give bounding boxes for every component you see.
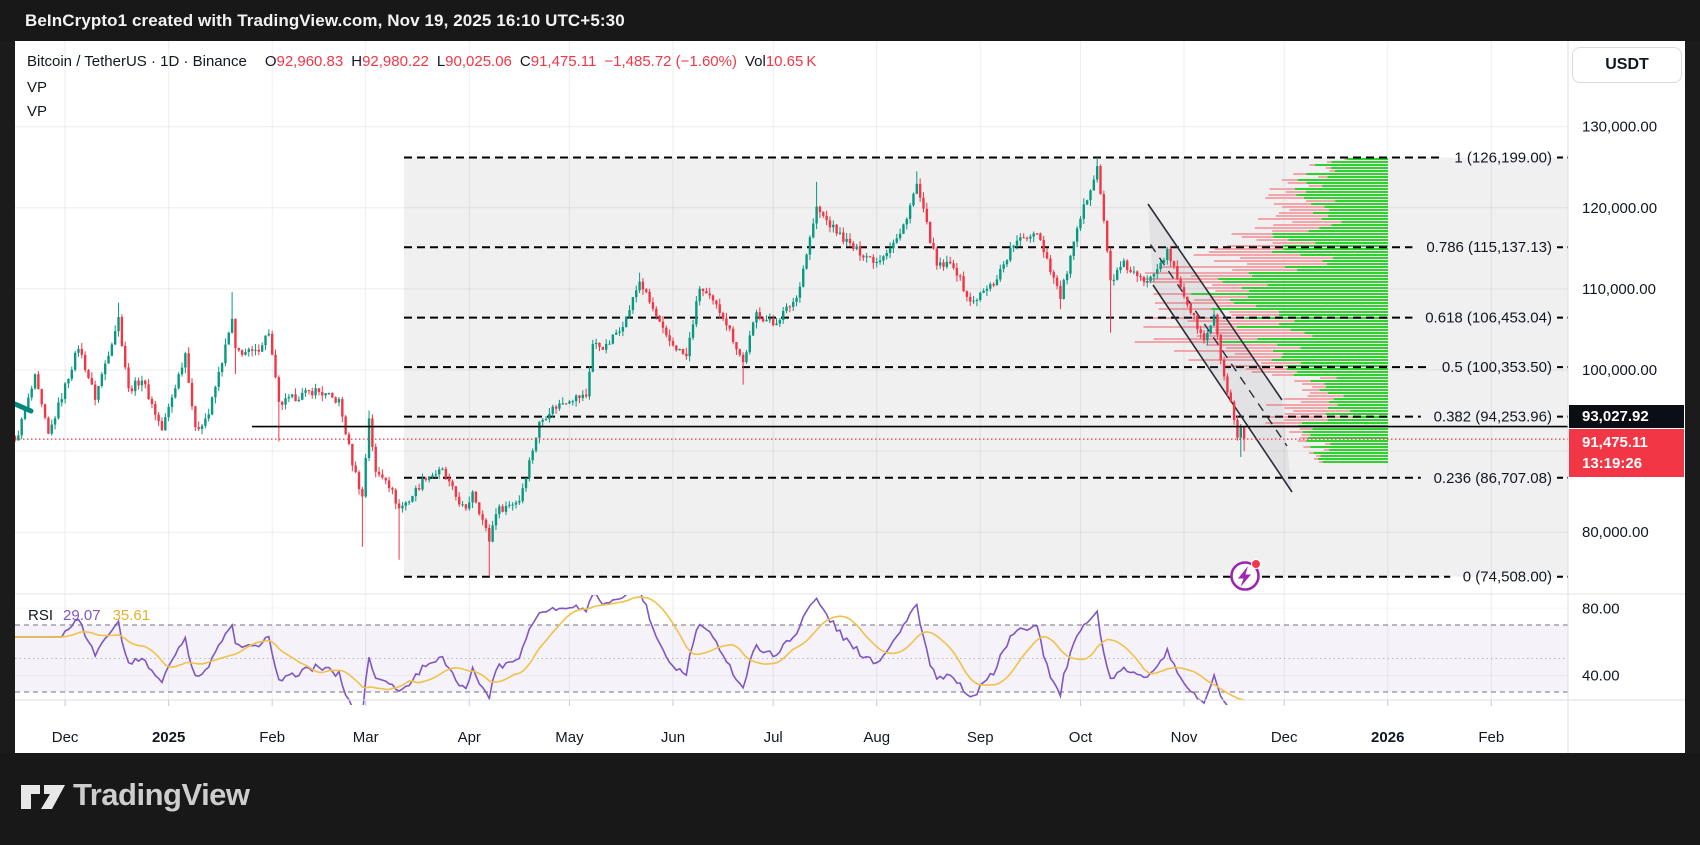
- time-axis-label: Apr: [458, 729, 481, 746]
- time-axis-label: Nov: [1171, 729, 1198, 746]
- fib-level-label: 0.618 (106,453.04): [1425, 310, 1552, 327]
- time-axis-label: Mar: [353, 729, 379, 746]
- rsi-pane: [15, 588, 1685, 715]
- open-value: 92,960.83: [277, 53, 344, 70]
- low-label: L: [437, 53, 445, 70]
- high-label: H: [351, 53, 362, 70]
- time-axis-label: Jun: [661, 729, 685, 746]
- high-value: 92,980.22: [362, 53, 429, 70]
- price-axis-tick: 110,000.00: [1582, 281, 1656, 298]
- volume-value: 10.65 K: [766, 53, 817, 70]
- open-label: O: [265, 53, 277, 70]
- time-axis-label: Jul: [764, 729, 783, 746]
- tradingview-brand-text: TradingView: [73, 777, 250, 813]
- last-price-tag: 91,475.11 13:19:26: [1569, 429, 1684, 477]
- price-level-tag: 93,027.92: [1569, 405, 1684, 428]
- fib-level-label: 0.236 (86,707.08): [1434, 470, 1552, 487]
- rsi-legend[interactable]: RSI 29.07 35.61: [28, 607, 150, 624]
- footer-bar: TradingView: [0, 753, 1700, 845]
- rsi-label: RSI: [28, 607, 53, 624]
- bar-countdown: 13:19:26: [1582, 453, 1684, 474]
- time-axis-label: Dec: [52, 729, 79, 746]
- price-axis-tick: 100,000.00: [1582, 362, 1657, 379]
- price-axis-tick: 130,000.00: [1582, 119, 1657, 136]
- currency-toggle-button[interactable]: USDT: [1572, 47, 1682, 83]
- time-axis-label: 2026: [1371, 729, 1404, 746]
- low-value: 90,025.06: [445, 53, 512, 70]
- indicator-vp-1[interactable]: VP: [27, 79, 47, 96]
- fib-level-label: 0.786 (115,137.13): [1426, 239, 1552, 256]
- indicator-vp-2[interactable]: VP: [27, 103, 47, 120]
- close-value: 91,475.11: [531, 53, 597, 70]
- tradingview-logo-icon: [19, 783, 67, 811]
- fib-level-label: 0 (74,508.00): [1463, 569, 1552, 586]
- symbol-title[interactable]: Bitcoin / TetherUS · 1D · Binance: [27, 53, 247, 70]
- time-axis-label: 2025: [152, 729, 185, 746]
- watermark-bar: BeInCrypto1 created with TradingView.com…: [0, 0, 1700, 41]
- price-level-value: 93,027.92: [1582, 408, 1684, 425]
- volume-label: Vol: [745, 53, 766, 70]
- time-axis-label: Feb: [259, 729, 285, 746]
- fib-level-label: 0.5 (100,353.50): [1442, 359, 1552, 376]
- price-axis-tick: 120,000.00: [1582, 200, 1657, 217]
- time-axis-label: Dec: [1271, 729, 1298, 746]
- change-value: −1,485.72 (−1.60%): [604, 53, 737, 70]
- watermark-text: BeInCrypto1 created with TradingView.com…: [25, 11, 625, 31]
- rsi-ma-value: 35.61: [113, 607, 151, 624]
- rsi-axis-tick: 80.00: [1582, 600, 1620, 617]
- time-axis-label: Feb: [1478, 729, 1504, 746]
- last-price-value: 91,475.11: [1582, 432, 1684, 453]
- time-axis-label: Oct: [1069, 729, 1093, 746]
- fib-level-label: 0.382 (94,253.96): [1434, 409, 1552, 426]
- price-axis-tick: 80,000.00: [1582, 524, 1649, 541]
- fib-level-label: 1 (126,199.00): [1454, 150, 1552, 167]
- rsi-value: 29.07: [63, 607, 101, 624]
- tradingview-chart-screenshot: BeInCrypto1 created with TradingView.com…: [0, 0, 1700, 845]
- grid-lines: [15, 41, 1568, 700]
- time-axis-label: May: [555, 729, 584, 746]
- time-axis-label: Aug: [863, 729, 890, 746]
- close-label: C: [520, 53, 531, 70]
- chart-plot-area[interactable]: 1 (126,199.00) 0.786 (115,137.13) 0.618 (1…: [15, 41, 1685, 753]
- symbol-header[interactable]: Bitcoin / TetherUS · 1D · Binance O92,960…: [27, 53, 816, 70]
- rsi-axis-tick: 40.00: [1582, 667, 1620, 684]
- time-axis-label: Sep: [967, 729, 994, 746]
